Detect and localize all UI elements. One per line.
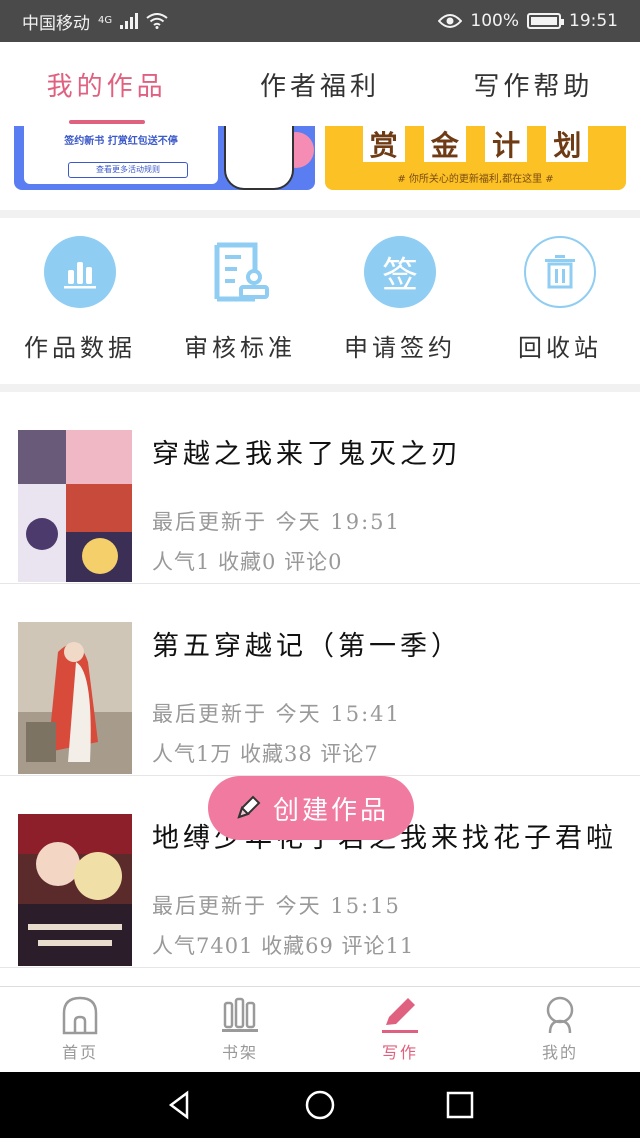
tool-recycle-bin[interactable]: 回收站: [480, 218, 640, 384]
work-title: 第五穿越记（第一季）: [152, 631, 462, 662]
work-stats: 人气7401 收藏69 评论11: [152, 934, 415, 958]
signal-icon: [120, 13, 139, 29]
banner-char: 划: [546, 126, 589, 162]
tool-label: 审核标准: [184, 334, 296, 362]
book-cover: [18, 814, 132, 966]
banner-right-subtitle: # 你所关心的更新福利,都在这里 #: [397, 174, 554, 185]
pencil-icon: [237, 795, 261, 819]
work-stats: 人气1万 收藏38 评论7: [152, 742, 379, 766]
tool-review-standards[interactable]: 审核标准: [160, 218, 320, 384]
home-circle-icon[interactable]: [304, 1089, 336, 1121]
work-title: 穿越之我来了鬼灭之刃: [152, 439, 462, 470]
clock: 19:51: [569, 11, 618, 31]
banner-bounty-plan[interactable]: 赏 金 计 划 # 你所关心的更新福利,都在这里 #: [325, 126, 626, 190]
work-updated: 最后更新于 今天 15:15: [152, 894, 401, 918]
tool-label: 回收站: [518, 334, 602, 362]
battery-icon: [527, 13, 564, 29]
works-list: 穿越之我来了鬼灭之刃 最后更新于 今天 19:51 人气1 收藏0 评论0 第五…: [0, 392, 640, 968]
work-updated: 最后更新于 今天 19:51: [152, 510, 401, 534]
bookshelf-icon: [222, 997, 258, 1032]
nav-label: 我的: [541, 1043, 578, 1062]
banner-char: 计: [485, 126, 528, 162]
nav-home[interactable]: 首页: [0, 987, 160, 1072]
network-label: 4G: [98, 14, 113, 26]
tools-row: 作品数据 审核标准 签 申请签约 回收站: [0, 218, 640, 384]
trash-icon: [524, 236, 596, 308]
document-review-icon: [204, 236, 276, 308]
back-icon[interactable]: [165, 1090, 195, 1120]
work-item[interactable]: 穿越之我来了鬼灭之刃 最后更新于 今天 19:51 人气1 收藏0 评论0: [0, 392, 640, 584]
book-cover: [18, 430, 132, 582]
create-work-button[interactable]: 创建作品: [208, 776, 414, 840]
eye-icon: [438, 14, 463, 28]
recent-apps-icon[interactable]: [445, 1090, 475, 1120]
nav-label: 首页: [61, 1043, 98, 1062]
pen-icon: [382, 998, 418, 1033]
tool-label: 作品数据: [24, 334, 136, 362]
banner-card: 签约新书 打赏红包送不停 查看更多活动规则: [24, 126, 218, 184]
sign-icon: 签: [364, 236, 436, 308]
system-nav-bar: [0, 1072, 640, 1138]
nav-label: 写作: [381, 1043, 418, 1062]
profile-icon: [546, 996, 574, 1034]
tab-my-works[interactable]: 我的作品: [0, 42, 213, 126]
banner-carousel: 签约新书 打赏红包送不停 查看更多活动规则 赏 金 计 划 # 你所关心的更新福…: [0, 126, 640, 210]
create-work-label: 创建作品: [272, 795, 389, 826]
sign-glyph: 签: [381, 255, 418, 296]
banner-left-line2: 查看更多活动规则: [68, 162, 188, 178]
book-cover: [18, 622, 132, 774]
banner-left-line1: 签约新书 打赏红包送不停: [64, 136, 178, 147]
work-updated: 最后更新于 今天 15:41: [152, 702, 401, 726]
banner-char: 金: [423, 126, 466, 162]
character-illustration: [224, 126, 294, 190]
nav-write[interactable]: 写作: [320, 987, 480, 1072]
wifi-icon: [146, 13, 168, 29]
nav-mine[interactable]: 我的: [480, 987, 640, 1072]
battery-percent: 100%: [470, 11, 519, 31]
section-divider: [0, 210, 640, 218]
tool-works-data[interactable]: 作品数据: [0, 218, 160, 384]
nav-label: 书架: [221, 1043, 258, 1062]
bottom-nav: 首页 书架 写作 我的: [0, 986, 640, 1072]
carrier-label: 中国移动: [22, 13, 90, 34]
tool-label: 申请签约: [344, 334, 456, 362]
work-stats: 人气1 收藏0 评论0: [152, 550, 343, 574]
tab-writing-help[interactable]: 写作帮助: [427, 42, 640, 126]
tool-apply-signing[interactable]: 签 申请签约: [320, 218, 480, 384]
banner-signing-event[interactable]: 签约新书 打赏红包送不停 查看更多活动规则: [14, 126, 315, 190]
app-screen: 中国移动 4G 100% 19:51 我的作品 作者福利 写作帮助 签约新书 打…: [0, 0, 640, 1138]
nav-bookshelf[interactable]: 书架: [160, 987, 320, 1072]
top-tabs: 我的作品 作者福利 写作帮助: [0, 42, 640, 126]
banner-right-title: 赏 金 计 划: [325, 126, 626, 164]
section-divider: [0, 384, 640, 392]
work-item[interactable]: 第五穿越记（第一季） 最后更新于 今天 15:41 人气1万 收藏38 评论7: [0, 584, 640, 776]
home-icon: [62, 996, 98, 1035]
tab-author-benefits[interactable]: 作者福利: [213, 42, 426, 126]
banner-char: 赏: [362, 126, 405, 162]
status-bar: 中国移动 4G 100% 19:51: [0, 0, 640, 42]
bar-chart-icon: [44, 236, 116, 308]
